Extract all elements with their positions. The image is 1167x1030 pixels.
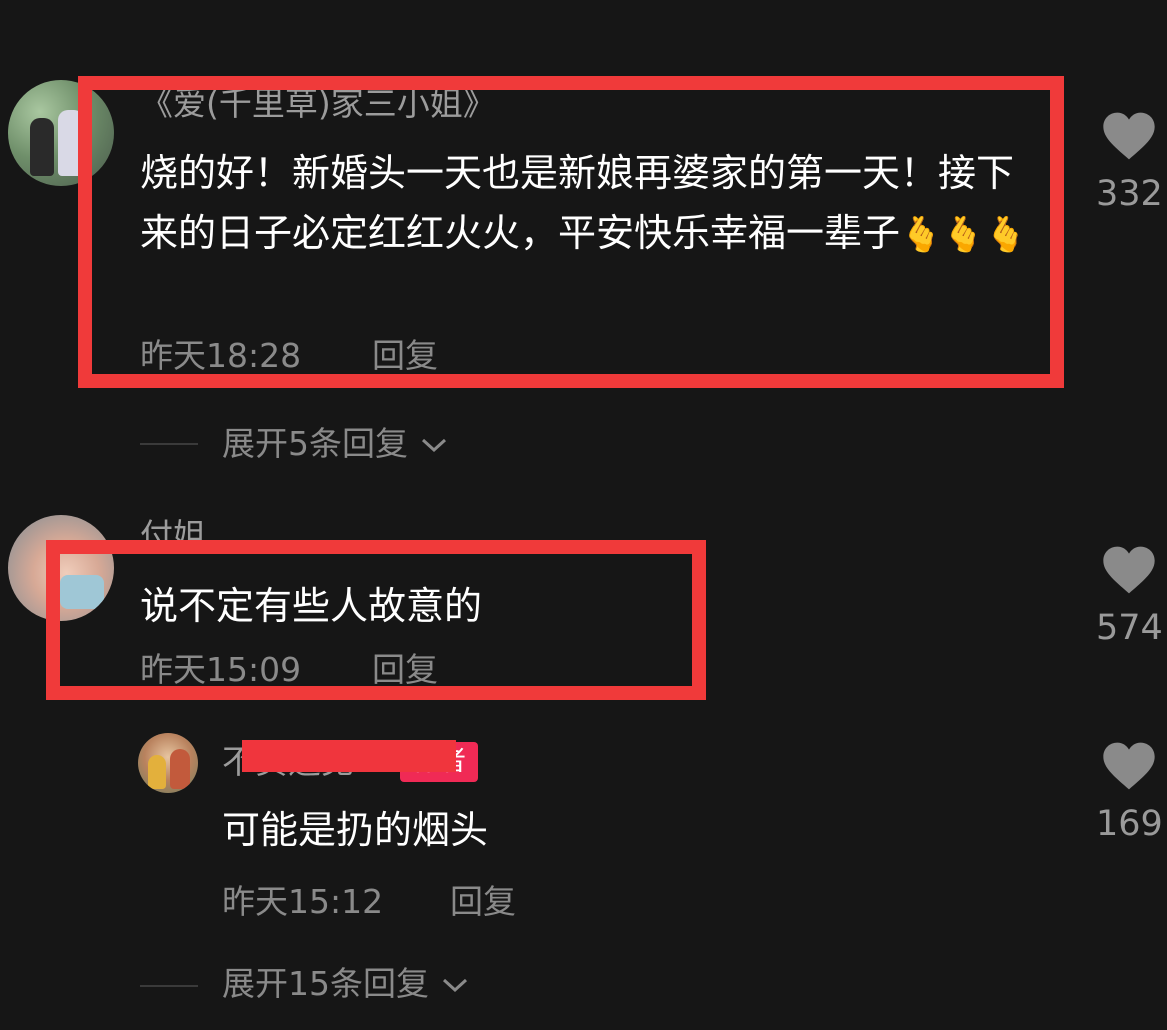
highlight-box <box>78 76 1064 388</box>
reply-button[interactable]: 回复 <box>450 882 516 922</box>
like-count: 169 <box>1096 804 1163 844</box>
heart-icon <box>1103 742 1155 790</box>
avatar[interactable] <box>138 733 198 793</box>
redaction-bar <box>242 740 456 772</box>
chevron-down-icon <box>421 438 446 453</box>
like-button[interactable]: 169 <box>1096 740 1163 844</box>
chevron-down-icon <box>442 978 467 993</box>
heart-icon <box>1103 112 1155 160</box>
like-button[interactable]: 574 <box>1096 544 1163 648</box>
highlight-box <box>46 540 706 700</box>
divider <box>140 443 198 445</box>
like-button[interactable]: 332 <box>1096 110 1163 214</box>
divider <box>140 985 198 987</box>
expand-replies[interactable]: 展开5条回复 <box>222 424 449 464</box>
comment-time: 昨天15:12 <box>222 882 384 921</box>
like-count: 332 <box>1096 174 1163 214</box>
heart-icon <box>1103 546 1155 594</box>
comment-text: 可能是扔的烟头 <box>222 808 489 852</box>
like-count: 574 <box>1096 608 1163 648</box>
expand-replies[interactable]: 展开15条回复 <box>222 964 470 1004</box>
